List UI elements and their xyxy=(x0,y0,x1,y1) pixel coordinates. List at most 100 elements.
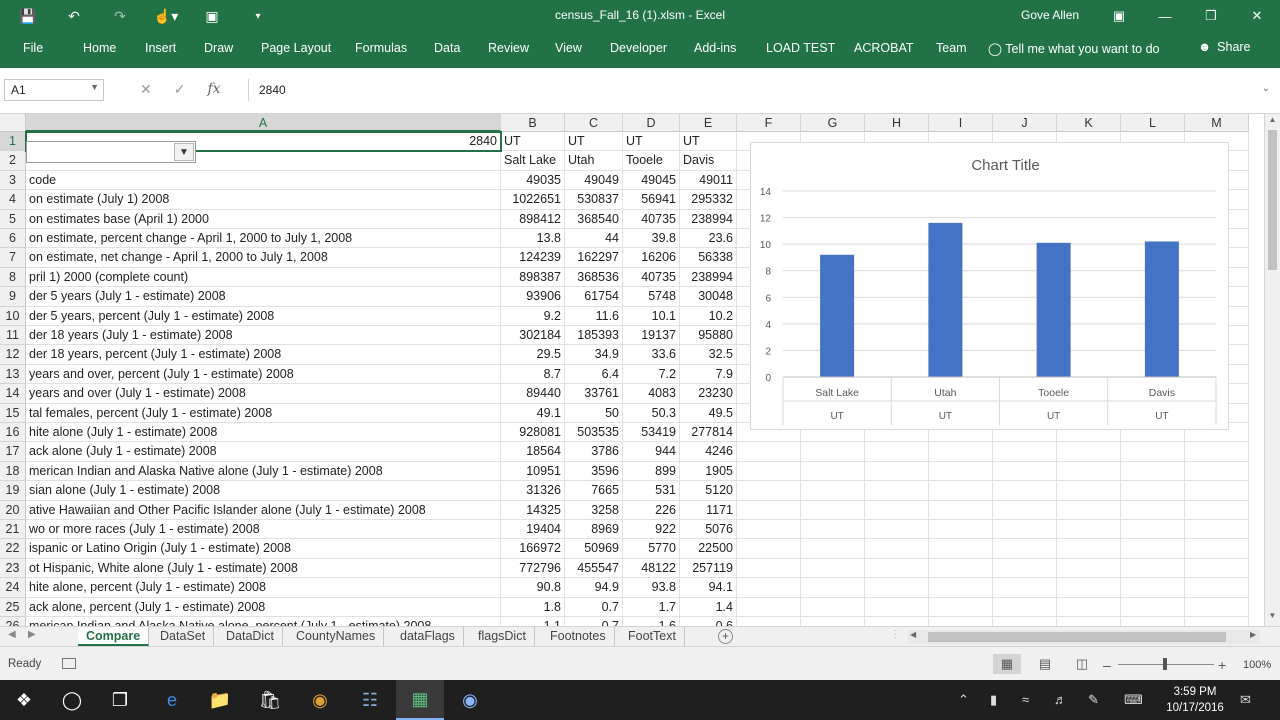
column-header-i[interactable]: I xyxy=(929,114,993,132)
cell-l24[interactable] xyxy=(1121,578,1185,598)
column-header-a[interactable]: A xyxy=(26,114,501,132)
cell-b11[interactable]: 302184 xyxy=(501,326,565,346)
cell-g19[interactable] xyxy=(801,481,865,501)
cell-k21[interactable] xyxy=(1057,520,1121,540)
cell-l18[interactable] xyxy=(1121,461,1185,482)
cell-a14[interactable]: years and over (July 1 - estimate) 2008 xyxy=(26,384,501,404)
cell-m20[interactable] xyxy=(1185,500,1249,520)
cell-b4[interactable]: 1022651 xyxy=(501,190,565,210)
cell-c24[interactable]: 94.9 xyxy=(565,578,623,598)
cell-d21[interactable]: 922 xyxy=(623,520,680,540)
cell-g21[interactable] xyxy=(801,520,865,540)
cell-e11[interactable]: 95880 xyxy=(680,326,737,346)
cell-e6[interactable]: 23.6 xyxy=(680,229,737,249)
cell-c18[interactable]: 3596 xyxy=(565,461,623,482)
tab-review[interactable]: Review xyxy=(488,41,529,55)
cell-e15[interactable]: 49.5 xyxy=(680,403,737,423)
row-header[interactable]: 8 xyxy=(0,267,26,288)
cell-h20[interactable] xyxy=(865,500,929,520)
volume-icon[interactable]: ♬ xyxy=(1054,692,1067,707)
cell-a19[interactable]: sian alone (July 1 - estimate) 2008 xyxy=(26,481,501,501)
cell-i26[interactable] xyxy=(929,617,993,626)
cell-b26[interactable]: 1.1 xyxy=(501,617,565,626)
cell-d3[interactable]: 49045 xyxy=(623,170,680,191)
restore-icon[interactable]: ❐ xyxy=(1188,0,1234,32)
cell-c22[interactable]: 50969 xyxy=(565,539,623,559)
cell-d18[interactable]: 899 xyxy=(623,461,680,482)
cell-k25[interactable] xyxy=(1057,597,1121,617)
cell-i18[interactable] xyxy=(929,461,993,482)
cell-m25[interactable] xyxy=(1185,597,1249,617)
cell-j21[interactable] xyxy=(993,520,1057,540)
cell-b6[interactable]: 13.8 xyxy=(501,229,565,249)
notifications-icon[interactable]: ✉ xyxy=(1240,692,1251,708)
tab-home[interactable]: Home xyxy=(83,41,116,55)
cell-a22[interactable]: ispanic or Latino Origin (July 1 - estim… xyxy=(26,539,501,559)
cell-l21[interactable] xyxy=(1121,520,1185,540)
cell-g20[interactable] xyxy=(801,500,865,520)
cell-b3[interactable]: 49035 xyxy=(501,170,565,191)
cell-c4[interactable]: 530837 xyxy=(565,190,623,210)
cell-a25[interactable]: ack alone, percent (July 1 - estimate) 2… xyxy=(26,597,501,617)
cell-d7[interactable]: 16206 xyxy=(623,248,680,268)
cell-f25[interactable] xyxy=(737,597,801,617)
tab-developer[interactable]: Developer xyxy=(610,41,667,55)
row-header[interactable]: 3 xyxy=(0,170,26,191)
cell-c7[interactable]: 162297 xyxy=(565,248,623,268)
cell-d25[interactable]: 1.7 xyxy=(623,597,680,617)
cell-l22[interactable] xyxy=(1121,539,1185,559)
sheet-tab-dataflags[interactable]: dataFlags xyxy=(392,627,464,646)
cell-b17[interactable]: 18564 xyxy=(501,442,565,462)
cell-e7[interactable]: 56338 xyxy=(680,248,737,268)
cell-c11[interactable]: 185393 xyxy=(565,326,623,346)
formula-input[interactable]: 2840 ⌄ xyxy=(248,79,1276,101)
column-header-d[interactable]: D xyxy=(623,114,680,132)
tab-file[interactable]: File xyxy=(23,41,43,55)
tab-formulas[interactable]: Formulas xyxy=(355,41,407,55)
cell-a18[interactable]: merican Indian and Alaska Native alone (… xyxy=(26,461,501,482)
store-icon[interactable]: 🛍 xyxy=(246,680,294,720)
column-header-h[interactable]: H xyxy=(865,114,929,132)
cell-c6[interactable]: 44 xyxy=(565,229,623,249)
cell-g25[interactable] xyxy=(801,597,865,617)
cell-c21[interactable]: 8969 xyxy=(565,520,623,540)
cell-a15[interactable]: tal females, percent (July 1 - estimate)… xyxy=(26,403,501,423)
cell-c13[interactable]: 6.4 xyxy=(565,364,623,385)
minimize-icon[interactable]: — xyxy=(1142,0,1188,32)
share-button[interactable]: ☻ Share xyxy=(1198,40,1251,54)
cell-j22[interactable] xyxy=(993,539,1057,559)
row-header[interactable]: 26 xyxy=(0,617,26,626)
cell-b22[interactable]: 166972 xyxy=(501,539,565,559)
normal-view-icon[interactable]: ▦ xyxy=(993,654,1021,674)
cell-c1[interactable]: UT xyxy=(565,132,623,152)
cell-e26[interactable]: 0.6 xyxy=(680,617,737,626)
cell-f22[interactable] xyxy=(737,539,801,559)
cell-a26[interactable]: merican Indian and Alaska Native alone, … xyxy=(26,617,501,626)
excel-taskbar-icon[interactable]: ▦ xyxy=(396,680,444,720)
zoom-out-icon[interactable]: – xyxy=(1103,657,1111,673)
chevron-down-icon[interactable]: ▼ xyxy=(174,143,194,161)
cell-a21[interactable]: wo or more races (July 1 - estimate) 200… xyxy=(26,520,501,540)
macro-record-icon[interactable] xyxy=(62,658,76,669)
cell-h23[interactable] xyxy=(865,558,929,579)
cell-g18[interactable] xyxy=(801,461,865,482)
cell-c25[interactable]: 0.7 xyxy=(565,597,623,617)
cell-e19[interactable]: 5120 xyxy=(680,481,737,501)
cell-f21[interactable] xyxy=(737,520,801,540)
cell-d2[interactable]: Tooele xyxy=(623,151,680,171)
tab-page-layout[interactable]: Page Layout xyxy=(261,41,331,55)
cell-l17[interactable] xyxy=(1121,442,1185,462)
clock[interactable]: 3:59 PM 10/17/2016 xyxy=(1160,684,1230,716)
cell-c16[interactable]: 503535 xyxy=(565,423,623,443)
row-header[interactable]: 2 xyxy=(0,151,26,171)
sheet-tab-dataset[interactable]: DataSet xyxy=(152,627,215,646)
cell-l19[interactable] xyxy=(1121,481,1185,501)
cell-b23[interactable]: 772796 xyxy=(501,558,565,579)
cell-b15[interactable]: 49.1 xyxy=(501,403,565,423)
cell-e21[interactable]: 5076 xyxy=(680,520,737,540)
row-header[interactable]: 15 xyxy=(0,403,26,423)
cell-j26[interactable] xyxy=(993,617,1057,626)
cell-g23[interactable] xyxy=(801,558,865,579)
row-header[interactable]: 22 xyxy=(0,539,26,559)
cell-g22[interactable] xyxy=(801,539,865,559)
